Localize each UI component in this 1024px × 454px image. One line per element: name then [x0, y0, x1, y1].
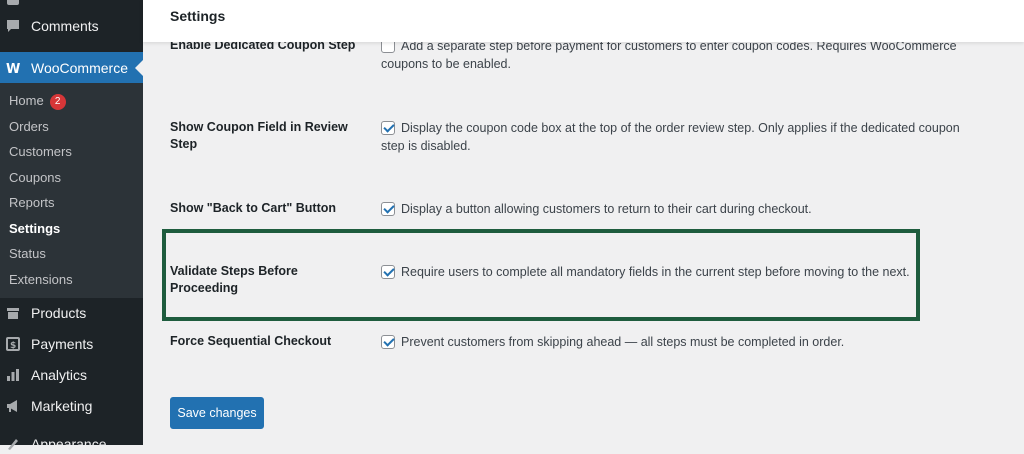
menu-item-marketing[interactable]: Marketing — [0, 396, 143, 416]
woocommerce-submenu: Home 2 Orders Customers Coupons Reports S… — [0, 83, 143, 298]
menu-item-products[interactable]: Products — [0, 303, 143, 323]
setting-desc-sequential-checkout: Prevent customers from skipping ahead — … — [401, 335, 845, 349]
svg-text:$: $ — [10, 341, 16, 351]
checkbox-sequential-checkout[interactable] — [381, 335, 395, 349]
woocommerce-icon: W — [6, 61, 20, 77]
menu-item-appearance[interactable]: Appearance — [0, 434, 143, 454]
submenu-item-status[interactable]: Status — [9, 246, 46, 261]
submenu-item-reports[interactable]: Reports — [9, 195, 55, 210]
setting-row-sequential-checkout: Prevent customers from skipping ahead — … — [381, 333, 981, 351]
submenu-item-orders[interactable]: Orders — [9, 119, 49, 134]
checkbox-validate-steps[interactable] — [381, 265, 395, 279]
submenu-item-settings[interactable]: Settings — [9, 221, 60, 236]
setting-row-validate-steps: Require users to complete all mandatory … — [381, 263, 921, 281]
setting-desc-coupon-field-review: Display the coupon code box at the top o… — [381, 121, 960, 153]
menu-item-analytics[interactable]: Analytics — [0, 365, 143, 385]
checkbox-coupon-field-review[interactable] — [381, 121, 395, 135]
setting-desc-back-to-cart: Display a button allowing customers to r… — [401, 202, 812, 216]
setting-desc-dedicated-coupon-step: Add a separate step before payment for c… — [381, 39, 957, 71]
submenu-item-home[interactable]: Home 2 — [9, 93, 66, 110]
setting-label-back-to-cart: Show "Back to Cart" Button — [170, 201, 337, 215]
setting-label-sequential-checkout: Force Sequential Checkout — [170, 334, 332, 348]
menu-label-analytics: Analytics — [31, 367, 88, 383]
menu-item-payments[interactable]: $ Payments — [0, 334, 143, 354]
menu-label-marketing: Marketing — [31, 398, 93, 414]
notification-badge: 2 — [49, 94, 66, 110]
partial-menu-icon — [6, 0, 20, 6]
setting-row-coupon-field-review: Display the coupon code box at the top o… — [381, 119, 981, 155]
menu-label-products: Products — [31, 305, 87, 321]
submenu-item-customers[interactable]: Customers — [9, 144, 72, 159]
menu-label-payments: Payments — [31, 336, 94, 352]
submenu-label-home: Home — [9, 93, 44, 108]
menu-label-woocommerce: WooCommerce — [31, 59, 128, 76]
menu-item-partial[interactable] — [0, 0, 143, 6]
admin-sidebar: Comments W WooCommerce Home 2 Orders Cust… — [0, 0, 143, 452]
page-header: Settings — [143, 0, 1024, 42]
menu-label-comments: Comments — [31, 18, 99, 34]
setting-label-coupon-field-review: Show Coupon Field in Review Step — [170, 120, 348, 151]
menu-label-appearance: Appearance — [31, 436, 107, 452]
setting-row-back-to-cart: Display a button allowing customers to r… — [381, 200, 981, 218]
analytics-icon — [6, 368, 20, 382]
setting-row-dedicated-coupon-step: Add a separate step before payment for c… — [381, 37, 981, 73]
megaphone-icon — [6, 399, 20, 413]
save-changes-button[interactable]: Save changes — [170, 397, 264, 429]
menu-item-woocommerce[interactable]: W WooCommerce — [0, 52, 143, 83]
menu-item-comments[interactable]: Comments — [0, 15, 143, 37]
submenu-item-extensions[interactable]: Extensions — [9, 272, 73, 287]
products-icon — [6, 306, 20, 320]
setting-label-validate-steps: Validate Steps Before Proceeding — [170, 264, 298, 295]
comments-icon — [6, 19, 20, 33]
appearance-icon — [6, 437, 20, 451]
setting-desc-validate-steps: Require users to complete all mandatory … — [401, 265, 910, 279]
svg-text:W: W — [6, 62, 20, 75]
page-title: Settings — [170, 8, 226, 24]
checkbox-back-to-cart[interactable] — [381, 202, 395, 216]
payments-icon: $ — [6, 337, 20, 351]
submenu-item-coupons[interactable]: Coupons — [9, 170, 61, 185]
